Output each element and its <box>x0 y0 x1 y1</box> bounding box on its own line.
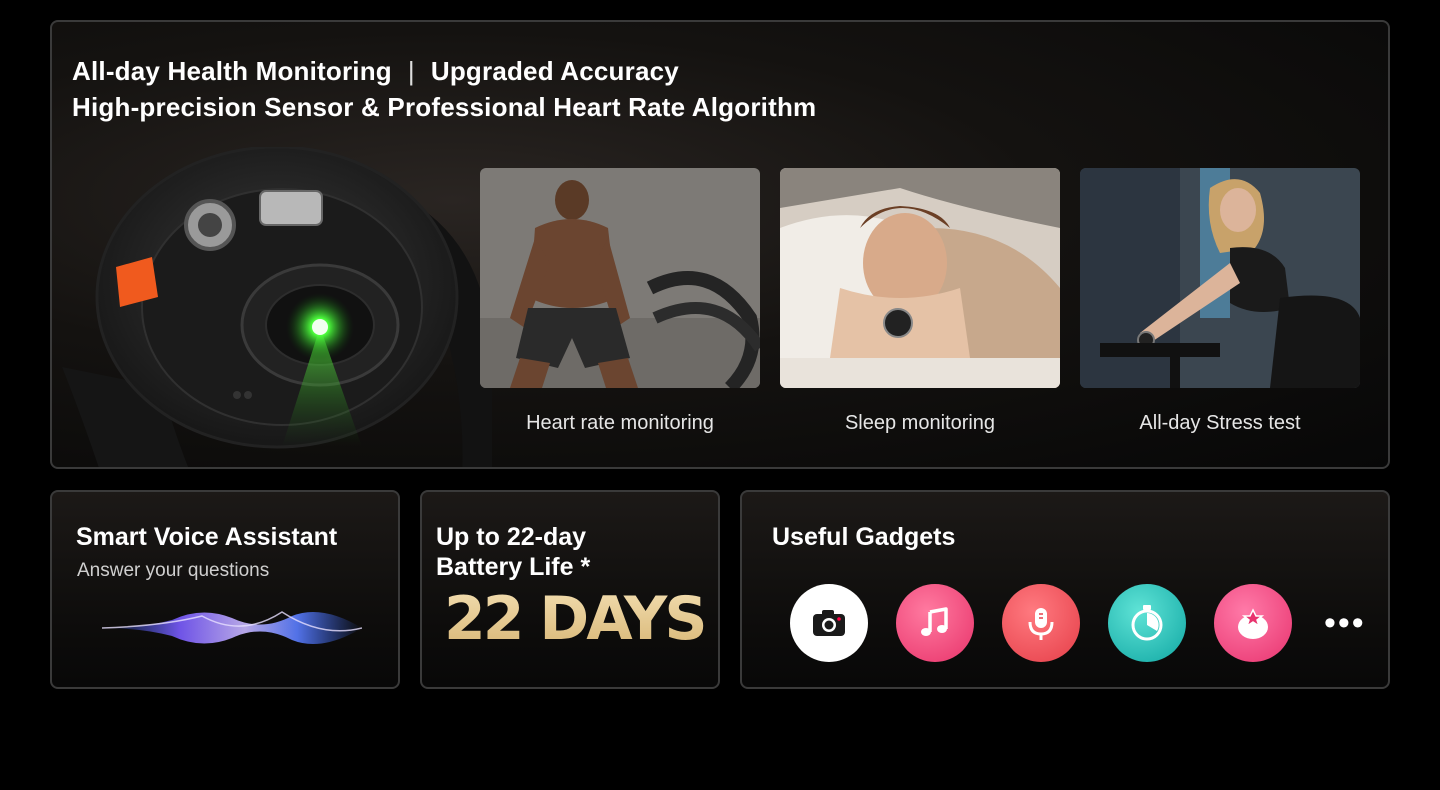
smartwatch-sensor-image <box>62 147 492 467</box>
camera-icon[interactable] <box>790 584 868 662</box>
heart-rate-caption: Heart rate monitoring <box>526 412 714 434</box>
headline-health-monitoring: All-day Health Monitoring <box>72 56 392 86</box>
voice-assistant-subtitle: Answer your questions <box>77 560 270 581</box>
battery-life-card: Up to 22-day Battery Life * 22 DAYS <box>420 490 720 689</box>
headline-upgraded-accuracy: Upgraded Accuracy <box>430 56 679 86</box>
stress-test-caption: All-day Stress test <box>1139 412 1301 434</box>
tomato-timer-icon[interactable] <box>1214 584 1292 662</box>
sleep-caption: Sleep monitoring <box>844 412 996 434</box>
sleep-photo <box>780 168 1060 388</box>
voice-recorder-icon[interactable] <box>1002 584 1080 662</box>
heart-rate-photo <box>480 168 760 388</box>
headline-separator: | <box>407 56 415 86</box>
battery-title-line-2: Battery Life * <box>436 553 591 581</box>
battery-title-line-1: Up to 22-day <box>436 523 587 551</box>
music-icon[interactable] <box>896 584 974 662</box>
voice-assistant-card: Smart Voice Assistant Answer your questi… <box>50 490 400 689</box>
more-gadgets-icon[interactable]: ••• <box>1324 584 1366 662</box>
stopwatch-icon[interactable] <box>1108 584 1186 662</box>
gadget-icon-row: ••• <box>790 584 1366 662</box>
voice-assistant-title: Smart Voice Assistant <box>76 523 338 551</box>
useful-gadgets-card: Useful Gadgets ••• <box>740 490 1390 689</box>
voice-waveform-icon <box>102 611 362 644</box>
gadgets-title: Useful Gadgets <box>772 523 956 551</box>
health-monitoring-panel: All-day Health Monitoring | Upgraded Accur… <box>50 20 1390 469</box>
stress-test-photo <box>1080 168 1360 388</box>
headline-line-1: All-day Health Monitoring | Upgraded Accur… <box>72 56 679 87</box>
headline-line-2: High-precision Sensor & Professional Hea… <box>72 92 817 122</box>
battery-days-value: 22 DAYS <box>444 584 708 654</box>
